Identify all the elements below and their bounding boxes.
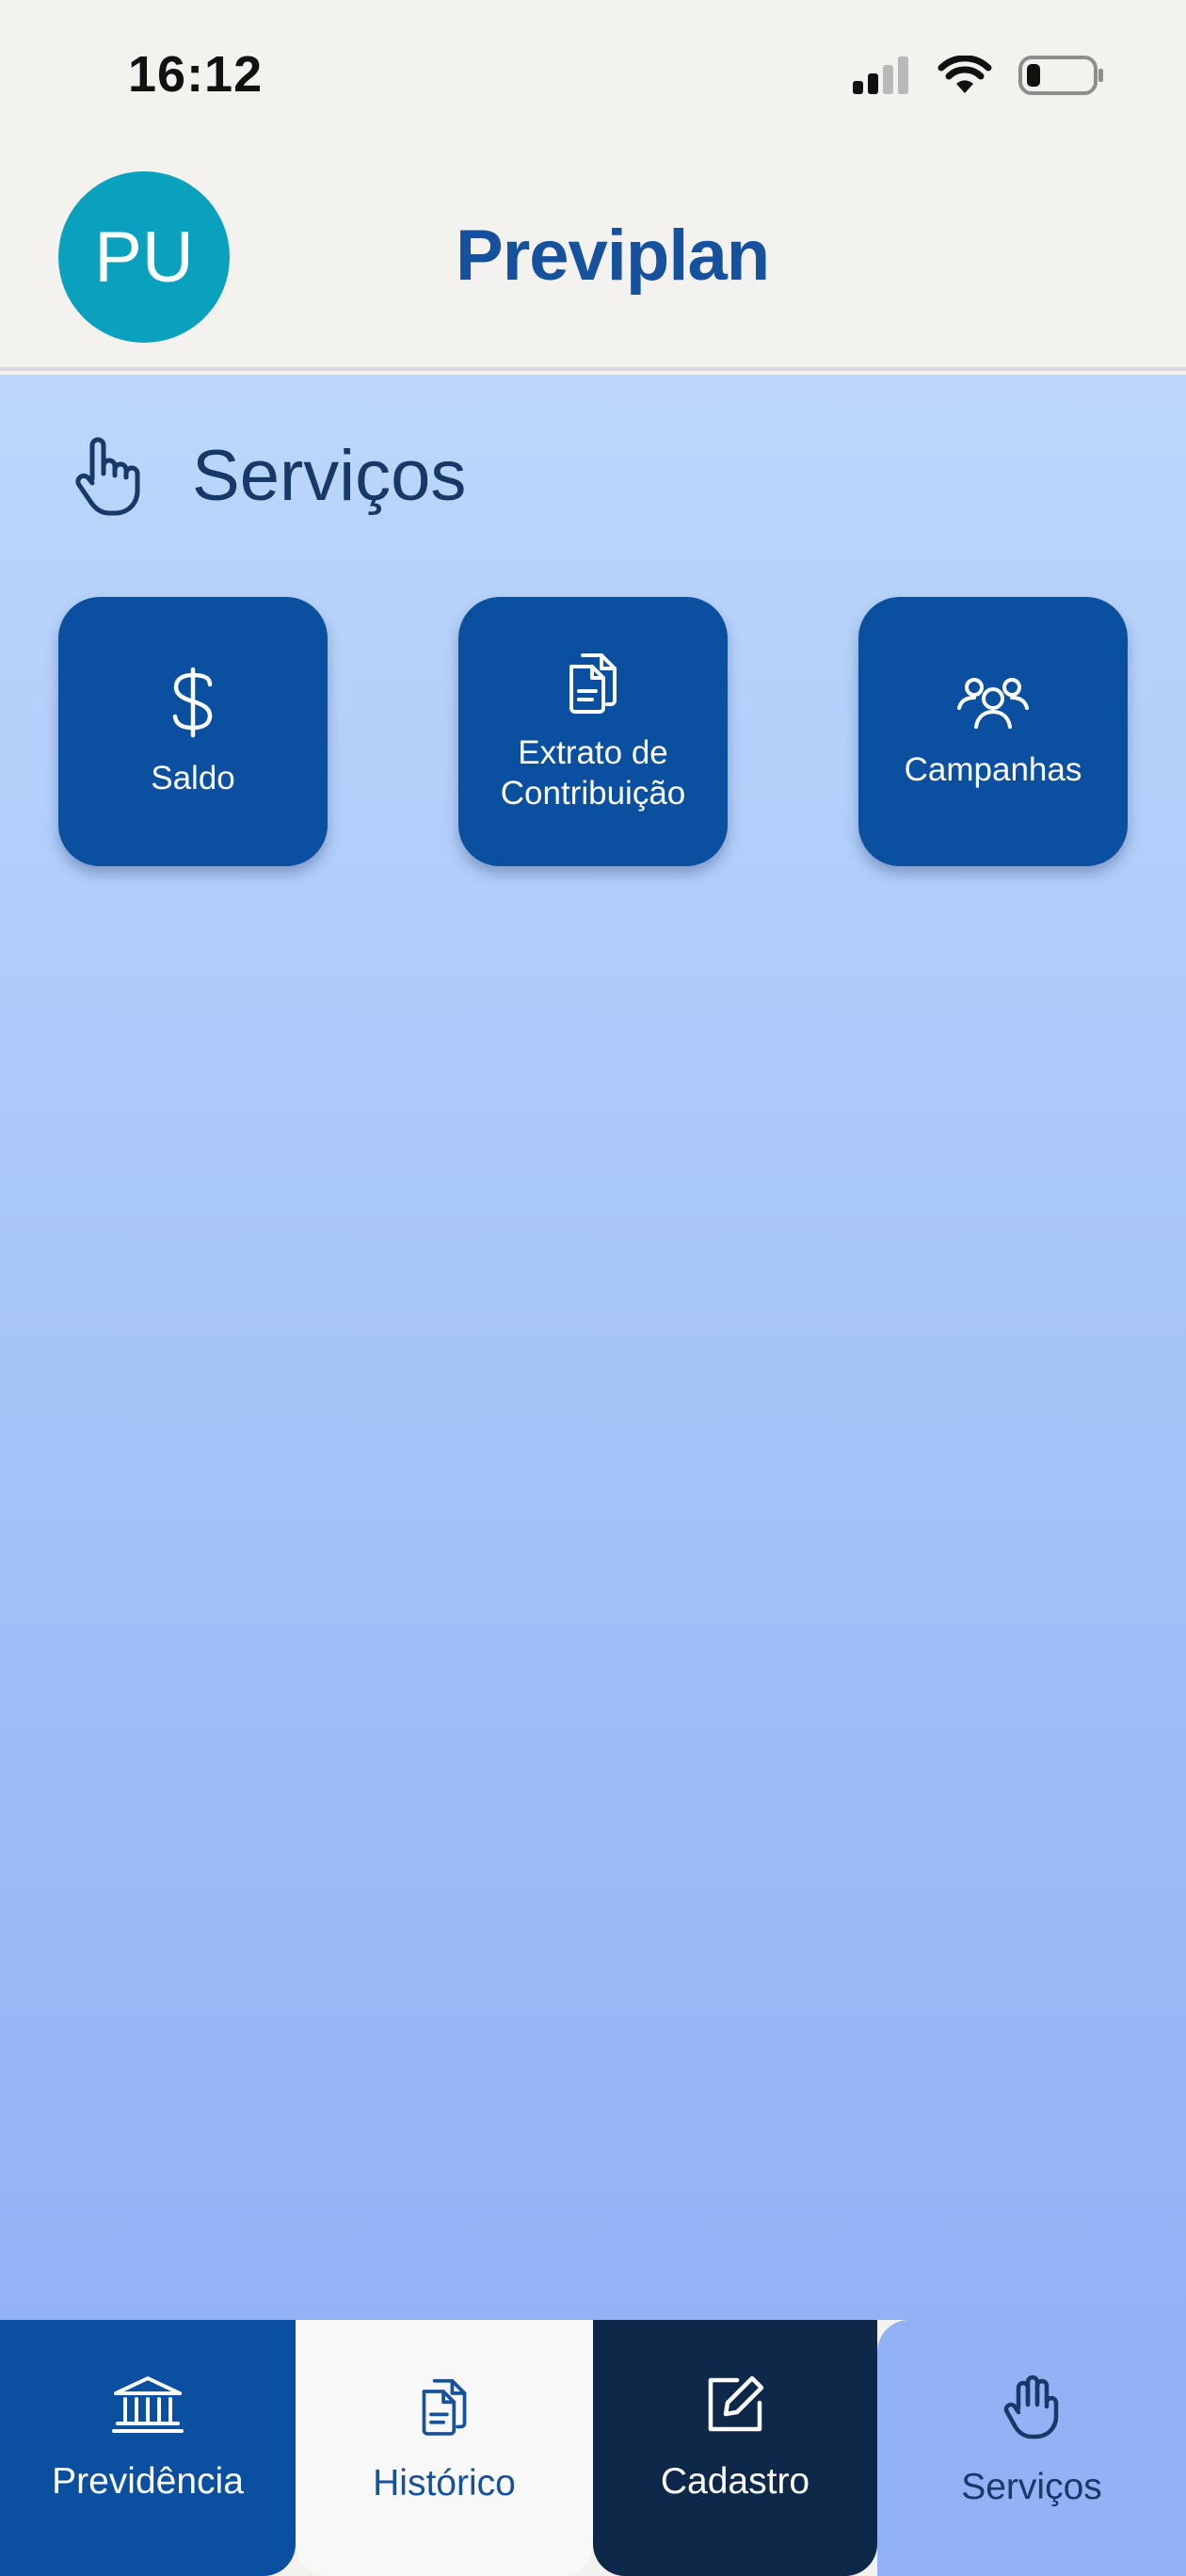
nav-item-previdencia[interactable]: Previdência (0, 2320, 296, 2576)
nav-item-historico[interactable]: Histórico (296, 2320, 593, 2576)
nav-item-cadastro[interactable]: Cadastro (593, 2320, 877, 2576)
card-label: Extrato de Contribuição (501, 733, 686, 813)
status-icons (851, 55, 1105, 96)
documents-icon (422, 2378, 467, 2436)
bank-icon (112, 2376, 184, 2433)
card-label: Campanhas (904, 750, 1082, 788)
section-title: Serviços (192, 436, 467, 516)
wifi-icon (938, 56, 992, 93)
app-logo: Previplan (456, 216, 770, 296)
status-bar: 16:12 (0, 0, 1186, 160)
hand-icon (1003, 2375, 1059, 2439)
cellular-signal-icon (853, 56, 908, 94)
battery-icon (1018, 56, 1103, 95)
status-time: 16:12 (128, 46, 264, 103)
service-cards: Saldo Extrato de Contribuição Campanhas (58, 597, 1128, 866)
card-saldo[interactable]: Saldo (58, 597, 328, 866)
hand-pointer-icon (75, 437, 140, 515)
main-content: Serviços Saldo Extrato de Contribuição C… (0, 375, 1186, 2320)
users-icon (957, 677, 1029, 729)
nav-item-servicos[interactable]: Serviços (877, 2320, 1186, 2576)
app-screen: 16:12 PU Previplan Serviços Saldo Extrat… (0, 0, 1186, 2576)
card-label: Saldo (151, 759, 235, 797)
app-header: PU Previplan (0, 160, 1186, 371)
nav-label: Cadastro (660, 2461, 810, 2502)
card-label-line-1: Extrato de (518, 734, 668, 771)
card-campanhas[interactable]: Campanhas (858, 597, 1128, 866)
card-extrato-contribuicao[interactable]: Extrato de Contribuição (458, 597, 728, 866)
documents-icon (569, 653, 617, 714)
section-header: Serviços (72, 435, 466, 517)
bottom-navigation: Previdência Histórico Cadastro Serviços (0, 2320, 1186, 2576)
nav-label: Histórico (373, 2463, 516, 2504)
nav-label: Previdência (52, 2461, 244, 2502)
avatar[interactable]: PU (58, 171, 230, 343)
edit-icon (708, 2375, 764, 2432)
card-label-line-2: Contribuição (500, 775, 686, 812)
nav-label: Serviços (961, 2467, 1102, 2507)
dollar-icon (172, 667, 213, 737)
avatar-initials: PU (94, 217, 194, 298)
